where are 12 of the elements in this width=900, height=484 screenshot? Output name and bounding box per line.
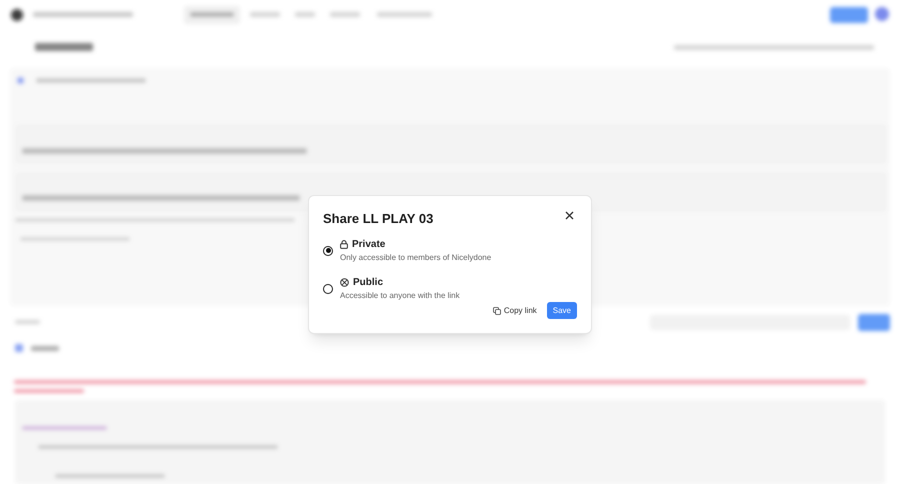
- option-description: Only accessible to members of Nicelydone: [340, 252, 492, 262]
- copy-link-button[interactable]: Copy link: [490, 302, 539, 319]
- radio-button[interactable]: [323, 284, 333, 294]
- option-description: Accessible to anyone with the link: [340, 290, 460, 300]
- dialog-title: Share LL PLAY 03: [323, 210, 434, 228]
- option-label: Private: [352, 238, 386, 250]
- copy-icon: [492, 306, 501, 314]
- save-button[interactable]: Save: [546, 302, 577, 319]
- lock-icon: [340, 240, 348, 249]
- option-label: Public: [353, 276, 384, 288]
- close-icon: [564, 210, 574, 220]
- radio-button[interactable]: [323, 246, 333, 256]
